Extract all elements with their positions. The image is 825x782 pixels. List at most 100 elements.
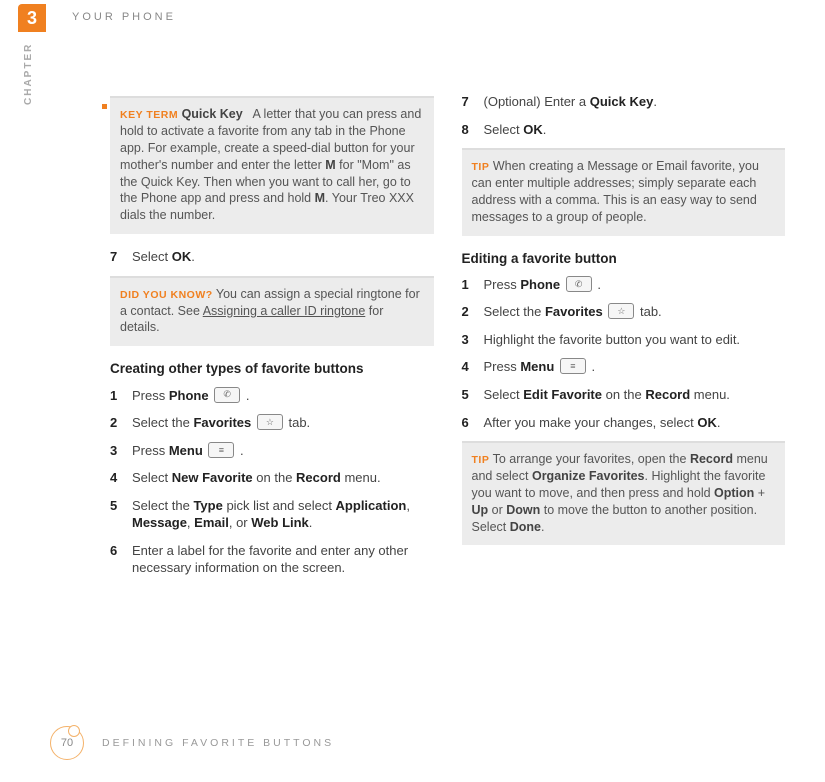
side-chapter-label: CHAPTER: [22, 43, 36, 105]
step-body: Press Phone .: [484, 276, 601, 294]
step-body: Select OK.: [132, 248, 195, 266]
step-4: 4 Select New Favorite on the Record menu…: [110, 469, 434, 487]
menu-key-icon: [208, 442, 234, 458]
step-number: 3: [462, 331, 484, 349]
text: Select: [132, 249, 172, 264]
right-column: 7 (Optional) Enter a Quick Key. 8 Select…: [462, 90, 786, 587]
text-bold: Organize Favorites: [532, 469, 645, 483]
phone-key-icon: [214, 387, 240, 403]
step-body: (Optional) Enter a Quick Key.: [484, 93, 657, 111]
step-body: Highlight the favorite button you want t…: [484, 331, 741, 349]
text-bold: OK: [523, 122, 543, 137]
text: (Optional) Enter a: [484, 94, 590, 109]
header-title: YOUR PHONE: [72, 10, 176, 25]
text: Select the: [484, 304, 545, 319]
text: .: [717, 415, 721, 430]
text-bold: Menu: [520, 359, 554, 374]
keyterm-label: KEY TERM: [120, 109, 178, 121]
step-number: 8: [462, 121, 484, 139]
page-footer: 70 DEFINING FAVORITE BUTTONS: [50, 726, 334, 760]
text: menu.: [690, 387, 730, 402]
step-number: 1: [462, 276, 484, 294]
text-bold: Quick Key: [590, 94, 654, 109]
step-number: 4: [110, 469, 132, 487]
step-1: 1 Press Phone .: [110, 387, 434, 405]
step-number: 7: [462, 93, 484, 111]
step-6: 6 Enter a label for the favorite and ent…: [110, 542, 434, 577]
text: Select: [484, 122, 524, 137]
text-bold: Phone: [520, 277, 560, 292]
tip-label: TIP: [472, 454, 490, 466]
text: Press: [132, 388, 169, 403]
step-body: Select New Favorite on the Record menu.: [132, 469, 381, 487]
phone-key-icon: [566, 276, 592, 292]
step-number: 4: [462, 358, 484, 376]
text-bold: Done: [510, 520, 541, 534]
did-you-know-callout: DID YOU KNOW? You can assign a special r…: [110, 276, 434, 347]
text: tab.: [636, 304, 661, 319]
step-8: 8 Select OK.: [462, 121, 786, 139]
step-body: After you make your changes, select OK.: [484, 414, 721, 432]
keyterm-m1: M: [325, 158, 335, 172]
edit-step-3: 3 Highlight the favorite button you want…: [462, 331, 786, 349]
text-bold: Up: [472, 503, 489, 517]
step-body: Select OK.: [484, 121, 547, 139]
step-number: 2: [462, 303, 484, 321]
page-number: 70: [50, 726, 84, 760]
step-body: Select Edit Favorite on the Record menu.: [484, 386, 730, 404]
section-heading-creating: Creating other types of favorite buttons: [110, 360, 434, 378]
text-bold: Record: [690, 452, 733, 466]
text: Select the: [132, 498, 193, 513]
text: Select: [484, 387, 524, 402]
step-body: Press Menu .: [132, 442, 244, 460]
step-number: 1: [110, 387, 132, 405]
step-5: 5 Select the Type pick list and select A…: [110, 497, 434, 532]
text: or: [488, 503, 506, 517]
text-bold: Phone: [169, 388, 209, 403]
text: .: [236, 443, 243, 458]
text-bold: Favorites: [193, 415, 251, 430]
tip-callout-2: TIP To arrange your favorites, open the …: [462, 441, 786, 545]
tip-callout-1: TIP When creating a Message or Email fav…: [462, 148, 786, 236]
link-text: Assigning a caller ID ringtone: [203, 304, 366, 318]
step-number: 5: [110, 497, 132, 532]
tip-body: When creating a Message or Email favorit…: [472, 159, 759, 224]
text: on the: [602, 387, 645, 402]
step-number: 5: [462, 386, 484, 404]
tip-label: TIP: [472, 161, 490, 173]
keyterm-callout: KEY TERM Quick Key A letter that you can…: [110, 96, 434, 234]
text: ,: [406, 498, 410, 513]
text-bold: Record: [296, 470, 341, 485]
edit-step-5: 5 Select Edit Favorite on the Record men…: [462, 386, 786, 404]
text: pick list and select: [223, 498, 336, 513]
text: .: [309, 515, 313, 530]
text: After you make your changes, select: [484, 415, 698, 430]
text: To arrange your favorites, open the: [493, 452, 690, 466]
favorites-key-icon: [608, 303, 634, 319]
text-bold: Edit Favorite: [523, 387, 602, 402]
text: , or: [229, 515, 251, 530]
text-bold: OK: [697, 415, 717, 430]
text: .: [588, 359, 595, 374]
step-number: 6: [110, 542, 132, 577]
edit-step-4: 4 Press Menu .: [462, 358, 786, 376]
text: .: [653, 94, 657, 109]
menu-key-icon: [560, 358, 586, 374]
step-2: 2 Select the Favorites tab.: [110, 414, 434, 432]
text-bold: OK: [172, 249, 192, 264]
favorites-key-icon: [257, 414, 283, 430]
text-bold: Option: [714, 486, 754, 500]
step-body: Select the Type pick list and select App…: [132, 497, 434, 532]
keyterm-term: Quick Key: [182, 107, 243, 121]
text: .: [191, 249, 195, 264]
left-column: KEY TERM Quick Key A letter that you can…: [110, 90, 434, 587]
step-body: Select the Favorites tab.: [484, 303, 662, 321]
edit-step-6: 6 After you make your changes, select OK…: [462, 414, 786, 432]
chapter-badge: 3: [18, 4, 46, 32]
did-you-know-label: DID YOU KNOW?: [120, 289, 213, 301]
step-body: Press Phone .: [132, 387, 249, 405]
text-bold: Application: [336, 498, 407, 513]
step-body: Select the Favorites tab.: [132, 414, 310, 432]
text: Select: [132, 470, 172, 485]
step-3: 3 Press Menu .: [110, 442, 434, 460]
